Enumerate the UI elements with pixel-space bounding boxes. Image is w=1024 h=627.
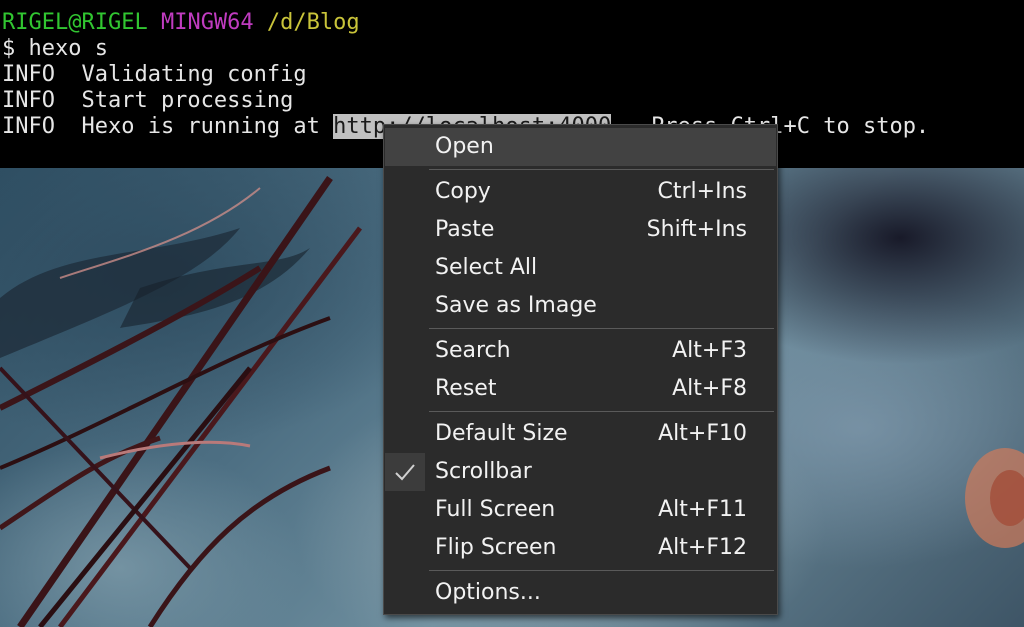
menu-item-save-as-image[interactable]: Save as Image (385, 287, 776, 325)
menu-item-reset[interactable]: Reset Alt+F8 (385, 370, 776, 408)
menu-separator (429, 570, 774, 571)
menu-item-flip-screen[interactable]: Flip Screen Alt+F12 (385, 529, 776, 567)
running-prefix: INFO Hexo is running at (2, 114, 334, 139)
menu-item-label: Select All (435, 255, 538, 280)
menu-item-shortcut: Alt+F11 (658, 497, 747, 522)
prompt-line: RIGEL@RIGEL MINGW64 /d/Blog (0, 10, 1024, 36)
menu-item-label: Default Size (435, 421, 568, 446)
menu-separator (429, 411, 774, 412)
prompt-env: MINGW64 (160, 10, 254, 35)
menu-item-label: Options... (435, 580, 541, 605)
menu-item-label: Reset (435, 376, 497, 401)
context-menu: Open Copy Ctrl+Ins Paste Shift+Ins Selec… (383, 124, 778, 615)
info-line: INFO Validating config (2, 62, 307, 87)
menu-item-shortcut: Alt+F12 (658, 535, 747, 560)
menu-item-open[interactable]: Open (385, 128, 776, 166)
info-line: INFO Start processing (2, 88, 294, 113)
menu-separator (429, 169, 774, 170)
menu-item-shortcut: Ctrl+Ins (657, 179, 747, 204)
menu-item-default-size[interactable]: Default Size Alt+F10 (385, 415, 776, 453)
checkmark-icon (385, 453, 425, 491)
command-line: $ hexo s (2, 36, 108, 61)
menu-item-options[interactable]: Options... (385, 574, 776, 612)
prompt-path: /d/Blog (266, 10, 360, 35)
menu-item-label: Open (435, 134, 494, 159)
menu-item-paste[interactable]: Paste Shift+Ins (385, 211, 776, 249)
prompt-user: RIGEL@RIGEL (2, 10, 148, 35)
menu-item-label: Save as Image (435, 293, 597, 318)
menu-item-copy[interactable]: Copy Ctrl+Ins (385, 173, 776, 211)
menu-item-label: Scrollbar (435, 459, 532, 484)
menu-separator (429, 328, 774, 329)
menu-item-shortcut: Alt+F3 (672, 338, 747, 363)
menu-item-label: Paste (435, 217, 495, 242)
menu-item-shortcut: Alt+F8 (672, 376, 747, 401)
menu-item-shortcut: Alt+F10 (658, 421, 747, 446)
menu-item-shortcut: Shift+Ins (646, 217, 747, 242)
menu-item-label: Search (435, 338, 511, 363)
menu-item-label: Copy (435, 179, 491, 204)
menu-item-select-all[interactable]: Select All (385, 249, 776, 287)
menu-item-full-screen[interactable]: Full Screen Alt+F11 (385, 491, 776, 529)
menu-item-label: Flip Screen (435, 535, 557, 560)
menu-item-search[interactable]: Search Alt+F3 (385, 332, 776, 370)
menu-item-scrollbar[interactable]: Scrollbar (385, 453, 776, 491)
menu-item-label: Full Screen (435, 497, 556, 522)
